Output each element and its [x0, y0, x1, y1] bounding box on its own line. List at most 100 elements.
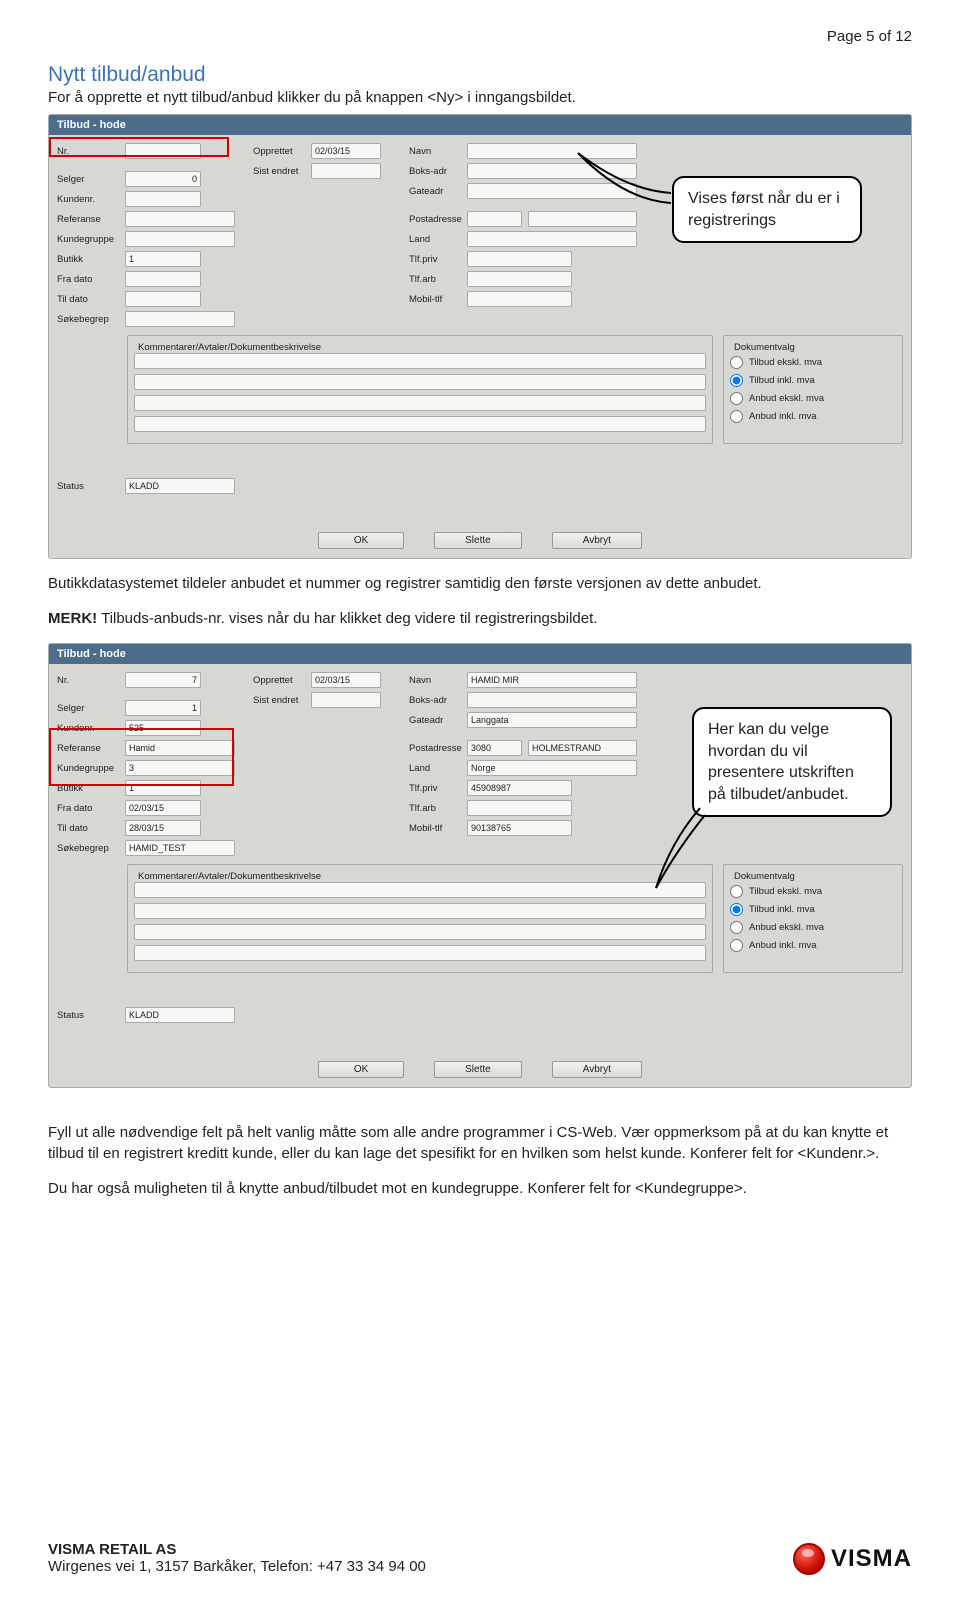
radio-label: Anbud ekskl. mva [749, 393, 824, 404]
radio-tilbud-inkl[interactable] [730, 903, 743, 916]
comment-line[interactable] [134, 395, 706, 411]
input-tlfpriv[interactable] [467, 251, 572, 267]
input-sokebegrep[interactable]: HAMID_TEST [125, 840, 235, 856]
input-navn[interactable]: HAMID MIR [467, 672, 637, 688]
footer-company: VISMA RETAIL AS [48, 1541, 426, 1558]
input-nr[interactable]: 7 [125, 672, 201, 688]
input-poststed[interactable]: HOLMESTRAND [528, 740, 637, 756]
comment-line[interactable] [134, 882, 706, 898]
comment-line[interactable] [134, 945, 706, 961]
input-selger[interactable]: 1 [125, 700, 201, 716]
label-land: Land [409, 234, 467, 245]
comment-line[interactable] [134, 353, 706, 369]
input-opprettet[interactable]: 02/03/15 [311, 672, 381, 688]
label-tlfarb: Tlf.arb [409, 274, 467, 285]
label-nr: Nr. [57, 675, 125, 686]
label-gateadr: Gateadr [409, 715, 467, 726]
radio-anbud-inkl[interactable] [730, 410, 743, 423]
input-tlfpriv[interactable]: 45908987 [467, 780, 572, 796]
input-sistendret[interactable] [311, 692, 381, 708]
comment-line[interactable] [134, 903, 706, 919]
avbryt-button[interactable]: Avbryt [552, 1061, 642, 1078]
radio-tilbud-ekskl[interactable] [730, 885, 743, 898]
logo-dot-icon [793, 1543, 825, 1575]
radio-label: Anbud ekskl. mva [749, 922, 824, 933]
input-tildato[interactable]: 28/03/15 [125, 820, 201, 836]
label-tildato: Til dato [57, 823, 125, 834]
callout-2: Her kan du velge hvordan du vil presente… [692, 707, 892, 817]
slette-button[interactable]: Slette [434, 532, 522, 549]
comment-line[interactable] [134, 374, 706, 390]
comment-line[interactable] [134, 924, 706, 940]
label-tildato: Til dato [57, 294, 125, 305]
input-tildato[interactable] [125, 291, 201, 307]
para-1: Butikkdatasystemet tildeler anbudet et n… [48, 573, 912, 594]
input-kundegruppe[interactable]: 3 [125, 760, 235, 776]
page-number: Page 5 of 12 [48, 28, 912, 45]
page-footer: VISMA RETAIL AS Wirgenes vei 1, 3157 Bar… [48, 1541, 912, 1575]
visma-logo: VISMA [793, 1543, 912, 1575]
radio-label: Tilbud ekskl. mva [749, 357, 822, 368]
radio-anbud-ekskl[interactable] [730, 921, 743, 934]
input-tlfarb[interactable] [467, 800, 572, 816]
callout-pointer-icon [650, 803, 710, 893]
input-selger[interactable]: 0 [125, 171, 201, 187]
radio-tilbud-inkl[interactable] [730, 374, 743, 387]
label-fradato: Fra dato [57, 274, 125, 285]
ok-button[interactable]: OK [318, 1061, 404, 1078]
input-sokebegrep[interactable] [125, 311, 235, 327]
dokvalg-title: Dokumentvalg [730, 871, 799, 882]
label-status: Status [57, 481, 125, 492]
label-selger: Selger [57, 703, 125, 714]
input-referanse[interactable]: Hamid [125, 740, 235, 756]
label-navn: Navn [409, 675, 467, 686]
input-boksadr[interactable] [467, 692, 637, 708]
radio-label: Anbud inkl. mva [749, 411, 817, 422]
doc-intro: For å opprette et nytt tilbud/anbud klik… [48, 89, 912, 106]
para-2-rest: Tilbuds-anbuds-nr. vises når du har klik… [97, 610, 597, 627]
label-kundegruppe: Kundegruppe [57, 234, 125, 245]
input-gateadr[interactable]: Langgata [467, 712, 637, 728]
label-sistendret: Sist endret [253, 695, 311, 706]
radio-tilbud-ekskl[interactable] [730, 356, 743, 369]
input-opprettet[interactable]: 02/03/15 [311, 143, 381, 159]
label-referanse: Referanse [57, 214, 125, 225]
input-mobil[interactable]: 90138765 [467, 820, 572, 836]
label-mobil: Mobil-tlf [409, 294, 467, 305]
callout-1: Vises først når du er i registrerings [672, 176, 862, 243]
input-referanse[interactable] [125, 211, 235, 227]
input-tlfarb[interactable] [467, 271, 572, 287]
label-sistendret: Sist endret [253, 166, 311, 177]
footer-address: Wirgenes vei 1, 3157 Barkåker, Telefon: … [48, 1558, 426, 1575]
input-kundenr[interactable] [125, 191, 201, 207]
logo-text: VISMA [831, 1545, 912, 1573]
label-nr: Nr. [57, 146, 125, 157]
label-butikk: Butikk [57, 783, 125, 794]
label-kundegruppe: Kundegruppe [57, 763, 125, 774]
radio-anbud-ekskl[interactable] [730, 392, 743, 405]
radio-anbud-inkl[interactable] [730, 939, 743, 952]
input-status[interactable]: KLADD [125, 1007, 235, 1023]
input-land[interactable] [467, 231, 637, 247]
input-fradato[interactable] [125, 271, 201, 287]
input-nr[interactable] [125, 143, 201, 159]
input-mobil[interactable] [467, 291, 572, 307]
input-land[interactable]: Norge [467, 760, 637, 776]
label-navn: Navn [409, 146, 467, 157]
slette-button[interactable]: Slette [434, 1061, 522, 1078]
input-postnr[interactable] [467, 211, 522, 227]
input-fradato[interactable]: 02/03/15 [125, 800, 201, 816]
label-mobil: Mobil-tlf [409, 823, 467, 834]
avbryt-button[interactable]: Avbryt [552, 532, 642, 549]
input-status[interactable]: KLADD [125, 478, 235, 494]
input-butikk[interactable]: 1 [125, 251, 201, 267]
input-sistendret[interactable] [311, 163, 381, 179]
input-postnr[interactable]: 3080 [467, 740, 522, 756]
label-postadr: Postadresse [409, 214, 467, 225]
comment-line[interactable] [134, 416, 706, 432]
input-kundegruppe[interactable] [125, 231, 235, 247]
input-butikk[interactable]: 1 [125, 780, 201, 796]
ok-button[interactable]: OK [318, 532, 404, 549]
input-kundenr[interactable]: 525 [125, 720, 201, 736]
label-land: Land [409, 763, 467, 774]
